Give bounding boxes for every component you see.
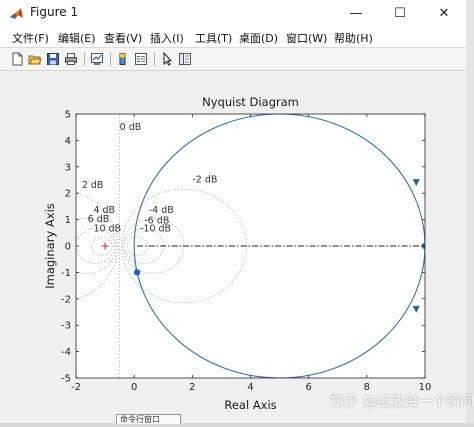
y-tick-label: -1 [61, 268, 71, 279]
menu-tools[interactable]: 工具(T) [195, 30, 232, 46]
y-tick-label: -5 [61, 374, 71, 385]
figure-canvas: -2 0 2 4 6 8 10 -5 -4 -3 -2 -1 0 1 2 3 4 5 0 dB -2 dB 2 dB 4 … [8, 71, 466, 423]
x-tick-label: -2 [71, 382, 81, 393]
y-tick-label: 4 [65, 136, 71, 147]
menu-help[interactable]: 帮助(H) [334, 30, 373, 46]
matlab-logo-icon [9, 6, 24, 25]
y-tick-label: -4 [61, 347, 71, 358]
data-marker[interactable] [133, 269, 141, 276]
y-axis-label: Imaginary Axis [43, 203, 57, 289]
x-tick-label: 4 [247, 382, 253, 393]
y-tick-label: 0 [65, 242, 71, 253]
window-title: Figure 1 [30, 5, 79, 19]
y-tick-label: 2 [65, 189, 71, 200]
watermark-text: 知乎 @绽放每一个瞬间 [330, 394, 474, 410]
print-icon[interactable] [62, 50, 80, 68]
menu-bar: 文件(F) 编辑(E) 查看(V) 插入(I) 工具(T) 桌面(D) 窗口(W… [0, 27, 466, 48]
open-file-icon[interactable] [26, 50, 44, 68]
m-circle-db-label: 0 dB [120, 122, 142, 133]
link-plot-icon[interactable] [88, 50, 106, 68]
m-circle-db-label: -4 dB [149, 205, 174, 216]
y-tick-label: -3 [61, 321, 71, 332]
x-tick-label: 6 [305, 382, 311, 393]
figure-window: Figure 1 — ☐ ✕ 文件(F) 编辑(E) 查看(V) 插入(I) 工… [0, 0, 467, 424]
menu-insert[interactable]: 插入(I) [150, 30, 184, 46]
chart-title: Nyquist Diagram [202, 95, 299, 109]
m-circle-db-label: 2 dB [82, 180, 104, 191]
x-axis-label: Real Axis [224, 398, 276, 412]
m-circle-db-label: -2 dB [192, 175, 217, 186]
background-desktop-edge [466, 0, 474, 423]
m-circle-db-label: 10 dB [93, 223, 121, 234]
toolbar-separator [84, 52, 85, 66]
m-circle-db-label: -10 dB [140, 223, 171, 234]
property-inspector-icon[interactable] [176, 50, 194, 68]
new-figure-icon[interactable] [8, 50, 26, 68]
menu-window[interactable]: 窗口(W) [286, 30, 327, 46]
toolbar-separator [110, 52, 111, 66]
y-tick-label: -2 [61, 294, 71, 305]
y-tick-label: 3 [65, 162, 71, 173]
figure-toolbar [0, 48, 466, 71]
insert-legend-icon[interactable] [132, 50, 150, 68]
y-tick-label: 1 [65, 215, 71, 226]
x-tick-label: 0 [131, 382, 137, 393]
title-bar[interactable]: Figure 1 — ☐ ✕ [0, 0, 466, 28]
edit-plot-pointer-icon[interactable] [158, 50, 176, 68]
save-icon[interactable] [44, 50, 62, 68]
maximize-button[interactable]: ☐ [378, 0, 422, 27]
insert-colorbar-icon[interactable] [114, 50, 132, 68]
menu-edit[interactable]: 编辑(E) [58, 30, 96, 46]
menu-desktop[interactable]: 桌面(D) [239, 30, 278, 46]
menu-file[interactable]: 文件(F) [12, 30, 49, 46]
nyquist-plot[interactable]: -2 0 2 4 6 8 10-5-4-3-2-10123450 dB-2 dB2 dB4 … [8, 71, 466, 423]
toolbar-separator [154, 52, 155, 66]
minimize-button[interactable]: — [334, 0, 378, 27]
close-button[interactable]: ✕ [422, 0, 466, 27]
menu-view[interactable]: 查看(V) [104, 30, 142, 46]
x-tick-label: 2 [189, 382, 195, 393]
y-tick-label: 5 [65, 110, 71, 121]
